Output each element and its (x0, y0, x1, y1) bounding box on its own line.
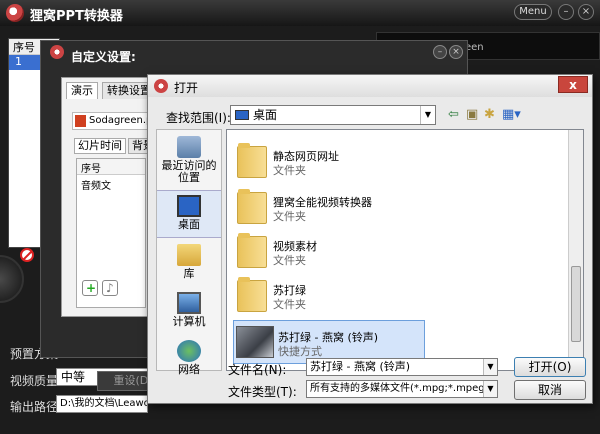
place-network[interactable]: 网络 (157, 336, 221, 384)
app-logo-icon (50, 45, 64, 59)
cancel-button[interactable]: 取消 (514, 380, 586, 400)
file-type: 快捷方式 (278, 345, 322, 358)
places-bar: 最近访问的位置 桌面 库 计算机 网络 (156, 129, 222, 376)
open-button[interactable]: 打开(O) (514, 357, 586, 377)
tab-slide-timing[interactable]: 幻片时间 (74, 138, 126, 154)
file-type: 文件夹 (273, 254, 306, 267)
folder-icon (237, 277, 267, 312)
look-in-value: 桌面 (253, 108, 278, 122)
dialog-title: 打开 (174, 81, 199, 95)
open-file-dialog: 打开 x 查找范围(I): 桌面 ▼ ⇦ ▣ ✱ ▦▾ 最近访问的位置 桌面 库… (147, 74, 593, 404)
file-type-select[interactable]: 所有支持的多媒体文件(*.mpg;*.mpeg;*.w ▼ (306, 380, 498, 398)
file-type: 文件夹 (273, 164, 306, 177)
file-type: 文件夹 (273, 210, 306, 223)
menu-label: Menu (519, 6, 547, 17)
tab-demo[interactable]: 演示 (66, 82, 98, 99)
output-path-field[interactable]: D:\我的文档\Leawo\P (56, 395, 148, 413)
video-thumbnail-icon (236, 326, 274, 358)
desktop-icon (177, 195, 201, 217)
list-item[interactable]: 视频素材 文件夹 (235, 230, 425, 274)
list-item[interactable]: 静态网页网址 文件夹 (235, 140, 425, 184)
folder-icon (237, 233, 267, 268)
app-logo-icon (154, 79, 168, 93)
folder-icon (237, 189, 267, 224)
ppt-file-icon (75, 115, 86, 127)
place-computer[interactable]: 计算机 (157, 288, 221, 336)
desktop-icon (235, 110, 249, 120)
audio-list-header: 序号 音频文 (77, 159, 145, 192)
file-name-input[interactable]: 苏打绿 - 燕窝 (铃声) ▼ (306, 358, 498, 376)
stop-icon[interactable] (20, 248, 34, 262)
network-icon (177, 340, 201, 362)
up-folder-icon[interactable]: ▣ (466, 107, 478, 122)
scrollbar-thumb[interactable] (571, 266, 581, 342)
place-label: 桌面 (178, 218, 200, 231)
chevron-down-icon[interactable]: ▼ (420, 106, 435, 124)
library-icon (177, 244, 201, 266)
chevron-down-icon[interactable]: ▼ (483, 381, 497, 397)
file-type-label: 文件类型(T): (228, 385, 297, 399)
place-recent[interactable]: 最近访问的位置 (157, 132, 221, 190)
close-icon[interactable]: × (449, 45, 463, 59)
place-label: 计算机 (172, 315, 206, 328)
place-label: 最近访问的位置 (161, 159, 217, 184)
chevron-down-icon[interactable]: ▼ (483, 359, 497, 375)
minimize-icon[interactable]: – (433, 45, 447, 59)
computer-icon (177, 292, 201, 314)
add-audio-icon[interactable]: + (82, 280, 98, 296)
view-menu-icon[interactable]: ▦▾ (502, 107, 521, 122)
file-list[interactable]: 静态网页网址 文件夹 狸窝全能视频转换器 文件夹 视频素材 文件夹 苏打绿 文件… (226, 129, 584, 371)
look-in-label: 查找范围(I): (166, 111, 231, 125)
place-label: 网络 (178, 363, 200, 376)
place-desktop[interactable]: 桌面 (157, 190, 221, 238)
file-name-label: 文件名(N): (228, 363, 287, 377)
volume-knob[interactable] (0, 255, 24, 303)
dialog-title-bar: 打开 x (148, 75, 592, 97)
new-folder-icon[interactable]: ✱ (484, 107, 495, 122)
app-title: 狸窝PPT转换器 (30, 9, 123, 24)
ppt-file-item[interactable]: Sodagreen.pp (72, 112, 159, 130)
column-header: 音频文 (81, 181, 111, 192)
scrollbar[interactable] (568, 130, 583, 370)
look-in-combo[interactable]: 桌面 ▼ (230, 105, 436, 125)
minimize-icon[interactable]: – (558, 4, 574, 20)
output-label: 输出路径: (10, 400, 63, 414)
place-label: 库 (183, 267, 195, 280)
list-item[interactable]: 狸窝全能视频转换器 文件夹 (235, 186, 425, 230)
close-button[interactable]: x (558, 76, 588, 93)
quality-label: 视频质量: (10, 374, 63, 388)
file-type: 文件夹 (273, 298, 306, 311)
place-library[interactable]: 库 (157, 240, 221, 288)
music-note-icon[interactable]: ♪ (102, 280, 118, 296)
dialog-title: 自定义设置: (71, 50, 136, 64)
close-icon[interactable]: × (578, 4, 594, 20)
file-name-value: 苏打绿 - 燕窝 (铃声) (310, 360, 411, 373)
folder-icon (237, 143, 267, 178)
recent-places-icon (177, 136, 201, 158)
file-type-value: 所有支持的多媒体文件(*.mpg;*.mpeg;*.w (310, 383, 498, 394)
menu-button[interactable]: Menu (514, 4, 552, 20)
app-logo-icon (6, 4, 24, 22)
back-icon[interactable]: ⇦ (448, 107, 459, 122)
column-header: 序号 (81, 164, 101, 175)
list-item[interactable]: 苏打绿 文件夹 (235, 274, 425, 318)
